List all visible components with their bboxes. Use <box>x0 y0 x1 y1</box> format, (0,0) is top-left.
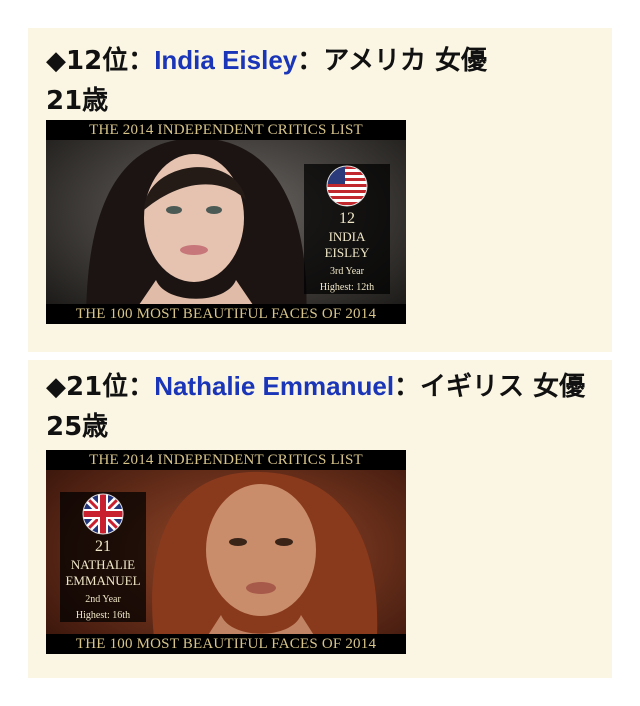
badge-name-line2: EISLEY <box>324 245 370 260</box>
uk-flag-icon <box>82 493 124 535</box>
nationality-label: ：イギリス 女優 <box>394 372 586 402</box>
rank-badge: 12 INDIA EISLEY 3rd Year Highest: 12th <box>304 164 390 294</box>
badge-year: 2nd Year <box>85 594 121 605</box>
badge-rank: 21 <box>95 538 111 555</box>
banner-top: THE 2014 INDEPENDENT CRITICS LIST <box>46 120 406 140</box>
rank-label: ◆21位： <box>46 372 155 402</box>
age-label: 25歳 <box>46 412 109 442</box>
actress-name-link[interactable]: Nathalie Emmanuel <box>154 371 394 401</box>
ranking-entry-card: ◆21位：Nathalie Emmanuel：イギリス 女優 25歳 THE 2… <box>28 360 612 678</box>
entry-headline: ◆12位：India Eisley：アメリカ 女優 21歳 <box>46 40 598 121</box>
banner-top: THE 2014 INDEPENDENT CRITICS LIST <box>46 450 406 470</box>
badge-year: 3rd Year <box>330 266 364 277</box>
banner-bottom: THE 100 MOST BEAUTIFUL FACES OF 2014 <box>46 304 406 324</box>
banner-bottom: THE 100 MOST BEAUTIFUL FACES OF 2014 <box>46 634 406 654</box>
badge-rank: 12 <box>339 210 355 227</box>
age-label: 21歳 <box>46 86 109 116</box>
portrait-image: THE 2014 INDEPENDENT CRITICS LIST THE 10… <box>46 120 406 324</box>
nationality-label: ：アメリカ 女優 <box>297 46 488 76</box>
badge-highest: Highest: 12th <box>319 282 375 293</box>
rank-badge: 21 NATHALIE EMMANUEL 2nd Year Highest: 1… <box>60 492 146 622</box>
badge-name-line2: EMMANUEL <box>65 573 141 588</box>
badge-name-line1: NATHALIE <box>70 557 136 572</box>
ranking-entry-card: ◆12位：India Eisley：アメリカ 女優 21歳 THE 2014 I… <box>28 28 612 352</box>
badge-highest: Highest: 16th <box>75 610 131 621</box>
entry-headline: ◆21位：Nathalie Emmanuel：イギリス 女優 25歳 <box>46 366 598 447</box>
actress-name-link[interactable]: India Eisley <box>154 45 297 75</box>
badge-name-line1: INDIA <box>328 229 366 244</box>
rank-label: ◆12位： <box>46 46 155 76</box>
portrait-image: THE 2014 INDEPENDENT CRITICS LIST THE 10… <box>46 450 406 654</box>
us-flag-icon <box>326 165 368 207</box>
